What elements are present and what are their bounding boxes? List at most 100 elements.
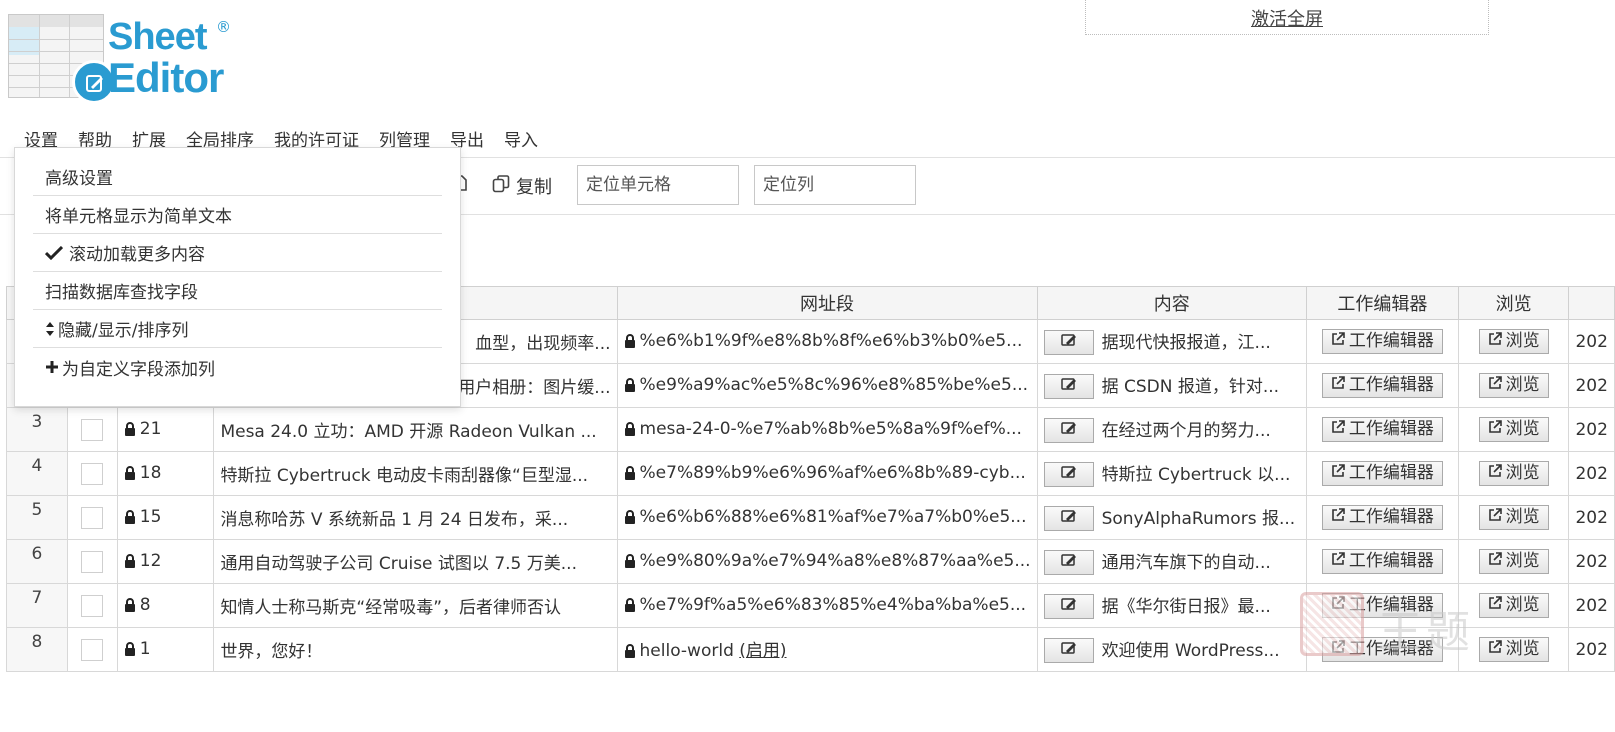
id-cell[interactable]: 15 — [116, 495, 215, 540]
col-header-editor[interactable]: 工作编辑器 — [1305, 286, 1459, 320]
view-button[interactable]: 浏览 — [1478, 461, 1549, 486]
open-editor-button[interactable]: 工作编辑器 — [1321, 549, 1443, 574]
row-checkbox[interactable] — [81, 550, 104, 573]
menu-item-scan-db-fields[interactable]: 扫描数据库查找字段 — [33, 272, 442, 310]
edit-content-button[interactable] — [1043, 506, 1094, 532]
col-header-view[interactable]: 浏览 — [1457, 286, 1570, 320]
menu-item-hide-show-sort-columns[interactable]: 隐藏/显示/排序列 — [33, 310, 442, 348]
open-editor-button[interactable]: 工作编辑器 — [1321, 373, 1443, 398]
edit-content-button[interactable] — [1043, 638, 1094, 664]
id-cell[interactable]: 18 — [116, 451, 215, 496]
open-editor-button[interactable]: 工作编辑器 — [1321, 329, 1443, 354]
view-button[interactable]: 浏览 — [1478, 329, 1549, 354]
col-header-slug[interactable]: 网址段 — [616, 286, 1038, 320]
view-cell: 浏览 — [1457, 583, 1570, 628]
title-cell[interactable]: 知情人士称马斯克“经常吸毒”，后者律师否认 — [213, 583, 618, 628]
id-text: 12 — [139, 550, 162, 571]
menu-item-infinite-scroll[interactable]: 滚动加载更多内容 — [33, 234, 442, 272]
content-cell[interactable]: 欢迎使用 WordPress... — [1036, 627, 1307, 672]
slug-cell[interactable]: %e7%9f%a5%e6%83%85%e4%ba%ba%e5... — [616, 583, 1038, 628]
slug-text: %e7%9f%a5%e6%83%85%e4%ba%ba%e5... — [639, 594, 1027, 615]
enable-slug-link[interactable]: (启用) — [739, 641, 786, 661]
row-number: 3 — [6, 407, 68, 452]
content-cell[interactable]: 在经过两个月的努力... — [1036, 407, 1307, 452]
menu-item-plain-text-cells[interactable]: 将单元格显示为简单文本 — [33, 196, 442, 234]
view-button[interactable]: 浏览 — [1478, 637, 1549, 662]
slug-text: %e6%b1%9f%e8%8b%8f%e6%b3%b0%e5... — [639, 330, 1023, 351]
slug-text: %e7%89%b9%e6%96%af%e6%8b%89-cyb... — [639, 462, 1026, 483]
menu-import[interactable]: 导入 — [494, 124, 548, 153]
row-checkbox[interactable] — [81, 638, 104, 661]
id-cell[interactable]: 21 — [116, 407, 215, 452]
view-button[interactable]: 浏览 — [1478, 593, 1549, 618]
date-cell[interactable]: 202 — [1568, 451, 1615, 496]
date-cell[interactable]: 202 — [1568, 363, 1615, 408]
locate-column-input[interactable] — [754, 165, 916, 205]
title-cell[interactable]: 世界，您好！ — [213, 627, 618, 672]
edit-content-button[interactable] — [1043, 330, 1094, 356]
row-checkbox[interactable] — [81, 594, 104, 617]
date-cell[interactable]: 202 — [1568, 319, 1615, 364]
content-cell[interactable]: 特斯拉 Cybertruck 以... — [1036, 451, 1307, 496]
slug-cell[interactable]: hello-world (启用) — [616, 627, 1038, 672]
date-cell[interactable]: 202 — [1568, 583, 1615, 628]
menu-item-advanced-settings[interactable]: 高级设置 — [33, 158, 442, 196]
content-cell[interactable]: SonyAlphaRumors 报... — [1036, 495, 1307, 540]
content-cell[interactable]: 通用汽车旗下的自动... — [1036, 539, 1307, 584]
content-text: 据 CSDN 报道，针对... — [1101, 376, 1280, 397]
content-cell[interactable]: 据 CSDN 报道，针对... — [1036, 363, 1307, 408]
slug-cell[interactable]: %e7%89%b9%e6%96%af%e6%8b%89-cyb... — [616, 451, 1038, 496]
id-cell[interactable]: 8 — [116, 583, 215, 628]
open-editor-button[interactable]: 工作编辑器 — [1321, 593, 1443, 618]
external-link-icon — [1331, 331, 1345, 351]
open-editor-button[interactable]: 工作编辑器 — [1321, 461, 1443, 486]
lock-icon — [124, 641, 136, 661]
view-button[interactable]: 浏览 — [1478, 417, 1549, 442]
col-header-date[interactable] — [1568, 286, 1615, 320]
sheet-editor-logo: Sheet ® Editor — [8, 14, 248, 106]
edit-content-button[interactable] — [1043, 550, 1094, 576]
external-link-icon — [1488, 551, 1502, 571]
date-cell[interactable]: 202 — [1568, 407, 1615, 452]
title-cell[interactable]: Mesa 24.0 立功：AMD 开源 Radeon Vulkan ... — [213, 407, 618, 452]
view-button[interactable]: 浏览 — [1478, 505, 1549, 530]
row-checkbox[interactable] — [81, 506, 104, 529]
view-button[interactable]: 浏览 — [1478, 373, 1549, 398]
menu-item-add-custom-field-column[interactable]: 为自定义字段添加列 — [33, 348, 442, 386]
slug-cell[interactable]: %e9%a9%ac%e5%8c%96%e8%85%be%e5... — [616, 363, 1038, 408]
row-checkbox[interactable] — [81, 418, 104, 441]
row-select-cell — [66, 451, 118, 496]
slug-cell[interactable]: %e6%b1%9f%e8%8b%8f%e6%b3%b0%e5... — [616, 319, 1038, 364]
slug-cell[interactable]: %e6%b6%88%e6%81%af%e7%a7%b0%e5... — [616, 495, 1038, 540]
date-cell[interactable]: 202 — [1568, 627, 1615, 672]
open-editor-button[interactable]: 工作编辑器 — [1321, 417, 1443, 442]
slug-cell[interactable]: mesa-24-0-%e7%ab%8b%e5%8a%9f%ef%... — [616, 407, 1038, 452]
edit-content-button[interactable] — [1043, 462, 1094, 488]
row-checkbox[interactable] — [81, 462, 104, 485]
title-cell[interactable]: 通用自动驾驶子公司 Cruise 试图以 7.5 万美... — [213, 539, 618, 584]
view-button[interactable]: 浏览 — [1478, 549, 1549, 574]
external-link-icon — [1488, 375, 1502, 395]
title-cell[interactable]: 消息称哈苏 V 系统新品 1 月 24 日发布，采... — [213, 495, 618, 540]
date-cell[interactable]: 202 — [1568, 539, 1615, 584]
content-cell[interactable]: 据现代快报报道，江... — [1036, 319, 1307, 364]
copy-button[interactable]: 复制 — [492, 173, 552, 199]
id-cell[interactable]: 12 — [116, 539, 215, 584]
title-cell[interactable]: 特斯拉 Cybertruck 电动皮卡雨刮器像“巨型湿... — [213, 451, 618, 496]
edit-content-button[interactable] — [1043, 418, 1094, 444]
locate-cell-input[interactable] — [577, 165, 739, 205]
slug-text: hello-world — [639, 641, 734, 661]
edit-content-button[interactable] — [1043, 374, 1094, 400]
view-cell: 浏览 — [1457, 363, 1570, 408]
activate-fullscreen-link[interactable]: 激活全屏 — [1085, 0, 1489, 35]
content-cell[interactable]: 据《华尔街日报》最... — [1036, 583, 1307, 628]
id-cell[interactable]: 1 — [116, 627, 215, 672]
edit-content-button[interactable] — [1043, 594, 1094, 620]
slug-cell[interactable]: %e9%80%9a%e7%94%a8%e8%87%aa%e5... — [616, 539, 1038, 584]
open-editor-button[interactable]: 工作编辑器 — [1321, 505, 1443, 530]
external-link-icon — [1331, 419, 1345, 439]
copy-label: 复制 — [516, 177, 552, 198]
open-editor-button[interactable]: 工作编辑器 — [1321, 637, 1443, 662]
date-cell[interactable]: 202 — [1568, 495, 1615, 540]
col-header-content[interactable]: 内容 — [1036, 286, 1307, 320]
